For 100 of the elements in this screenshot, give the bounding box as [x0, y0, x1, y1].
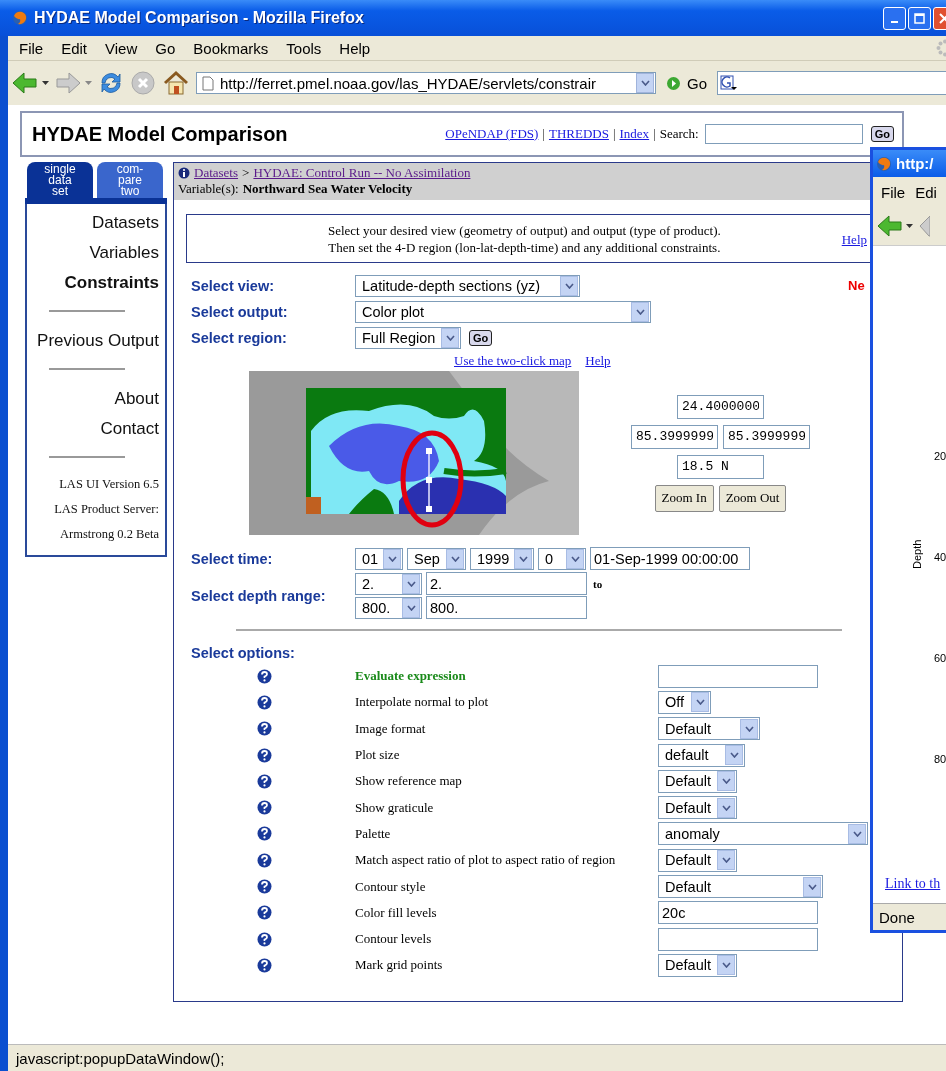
help-icon[interactable] — [257, 747, 272, 763]
separator: | — [612, 126, 616, 142]
breadcrumb-link[interactable]: Datasets — [194, 165, 239, 181]
option-dropdown[interactable]: Default — [658, 848, 737, 872]
option-dropdown[interactable]: Default — [658, 769, 737, 793]
dropdown-button[interactable] — [636, 73, 654, 93]
depth-dropdown[interactable]: 800. — [355, 596, 422, 619]
option-dropdown[interactable]: Off — [658, 690, 711, 714]
chevron-down-icon — [450, 555, 460, 562]
chevron-down-icon — [721, 804, 731, 811]
option-label: Mark grid points — [355, 957, 444, 974]
south-field[interactable]: 18.5 N — [677, 454, 764, 479]
zoom-button[interactable]: Zoom In — [654, 484, 714, 512]
map-link[interactable]: Use the two-click map — [454, 353, 572, 369]
header-link[interactable]: OPeNDAP (FDS) — [445, 126, 539, 142]
option-dropdown[interactable]: Default — [658, 717, 760, 741]
separator: | — [653, 126, 656, 142]
menu-item[interactable]: Go — [146, 39, 185, 57]
depth-field[interactable]: 2. — [426, 572, 587, 595]
menu-item[interactable]: Edit — [52, 39, 97, 57]
menu-item[interactable]: Bookmarks — [184, 39, 278, 57]
option-dropdown[interactable]: Default — [658, 875, 823, 898]
axis-tick-label: 80 — [934, 753, 946, 765]
separator: | — [542, 126, 545, 142]
chevron-down-icon — [721, 857, 731, 864]
option-label: Evaluate expression — [355, 668, 467, 685]
sidebar-item[interactable]: About — [114, 384, 159, 414]
option-dropdown[interactable]: default — [658, 743, 745, 767]
info-icon — [178, 167, 190, 179]
variable-label: Variable(s): — [178, 181, 239, 197]
go-button[interactable]: Go — [870, 126, 894, 142]
menu-item[interactable]: File — [881, 183, 906, 201]
output-dropdown[interactable]: Color plot — [355, 301, 651, 323]
window-title: http:/ — [896, 155, 934, 172]
reload-icon[interactable] — [98, 70, 124, 96]
view-dropdown[interactable]: Latitude-depth sections (yz) — [355, 275, 580, 297]
axis-tick-label: 60 — [934, 652, 946, 664]
minimize-button[interactable] — [883, 6, 906, 30]
maximize-button[interactable] — [908, 6, 931, 30]
sidebar-tab[interactable]: single data set — [27, 162, 93, 198]
help-icon[interactable] — [257, 800, 272, 816]
go-button[interactable]: Go — [662, 74, 711, 92]
help-icon[interactable] — [257, 826, 272, 842]
go-button[interactable]: Go — [469, 330, 493, 346]
north-field[interactable]: 24.4000000 — [677, 394, 764, 419]
help-icon[interactable] — [257, 931, 272, 947]
menu-item[interactable]: Help — [330, 39, 380, 57]
sidebar-item[interactable]: Datasets — [91, 208, 159, 238]
firefox-icon — [12, 10, 28, 26]
sidebar-item[interactable]: Variables — [89, 238, 159, 268]
depth-field[interactable]: 800. — [426, 596, 587, 619]
sidebar-tab[interactable]: com- pare two — [97, 162, 163, 198]
chevron-down-icon — [387, 555, 397, 562]
depth-dropdown[interactable]: 2. — [355, 572, 422, 595]
help-icon[interactable] — [257, 905, 272, 921]
option-dropdown[interactable]: Default — [658, 796, 737, 820]
time-field[interactable]: 01-Sep-1999 00:00:00 — [590, 547, 750, 570]
region-dropdown[interactable]: Full Region — [355, 327, 461, 349]
address-field[interactable]: http://ferret.pmel.noaa.gov/las_HYDAE/servlets/constrair — [196, 72, 656, 94]
west-field[interactable]: 85.3999999 — [631, 424, 718, 449]
time-dropdown[interactable]: 01 — [355, 547, 403, 570]
sidebar-item[interactable]: Contact — [100, 414, 159, 444]
option-field[interactable]: 20c — [658, 901, 818, 925]
option-dropdown[interactable]: anomaly — [658, 822, 868, 846]
option-field[interactable] — [658, 664, 818, 688]
time-dropdown[interactable]: 0 — [538, 547, 586, 570]
caret-icon[interactable] — [42, 80, 49, 86]
header-link[interactable]: THREDDS — [548, 126, 609, 142]
help-icon[interactable] — [257, 773, 272, 789]
header-link[interactable]: Index — [619, 126, 650, 142]
site-title: HYDAE Model Comparison — [32, 122, 288, 146]
menu-item[interactable]: File — [10, 39, 53, 57]
option-dropdown[interactable]: Default — [658, 953, 737, 977]
page-link[interactable]: Link to th — [885, 876, 941, 892]
field-label: Select time: — [191, 550, 274, 567]
home-icon[interactable] — [162, 70, 190, 96]
option-field[interactable] — [658, 927, 818, 951]
help-icon[interactable] — [257, 694, 272, 710]
option-label: Interpolate normal to plot — [355, 694, 490, 711]
east-field[interactable]: 85.3999999 — [723, 424, 810, 449]
help-icon[interactable] — [257, 879, 272, 894]
help-link[interactable]: Help — [841, 232, 867, 248]
help-icon[interactable] — [257, 852, 272, 868]
search-field[interactable] — [704, 124, 863, 144]
caret-icon[interactable] — [906, 223, 913, 229]
menu-item[interactable]: Edi — [915, 183, 937, 201]
time-dropdown[interactable]: 1999 — [470, 547, 534, 570]
help-icon[interactable] — [257, 721, 272, 737]
sidebar-item[interactable]: Previous Output — [37, 326, 159, 356]
search-field[interactable] — [717, 71, 946, 95]
map-drawing[interactable] — [249, 371, 579, 535]
menu-item[interactable]: View — [96, 39, 147, 57]
menu-item[interactable]: Tools — [277, 39, 331, 57]
help-icon[interactable] — [257, 668, 272, 684]
help-icon[interactable] — [257, 957, 272, 973]
zoom-button[interactable]: Zoom Out — [718, 484, 787, 512]
breadcrumb-link[interactable]: HYDAE: Control Run -- No Assimilation — [253, 165, 471, 181]
map-link[interactable]: Help — [585, 353, 611, 369]
time-dropdown[interactable]: Sep — [407, 547, 466, 570]
sidebar-item[interactable]: Constraints — [64, 268, 159, 298]
